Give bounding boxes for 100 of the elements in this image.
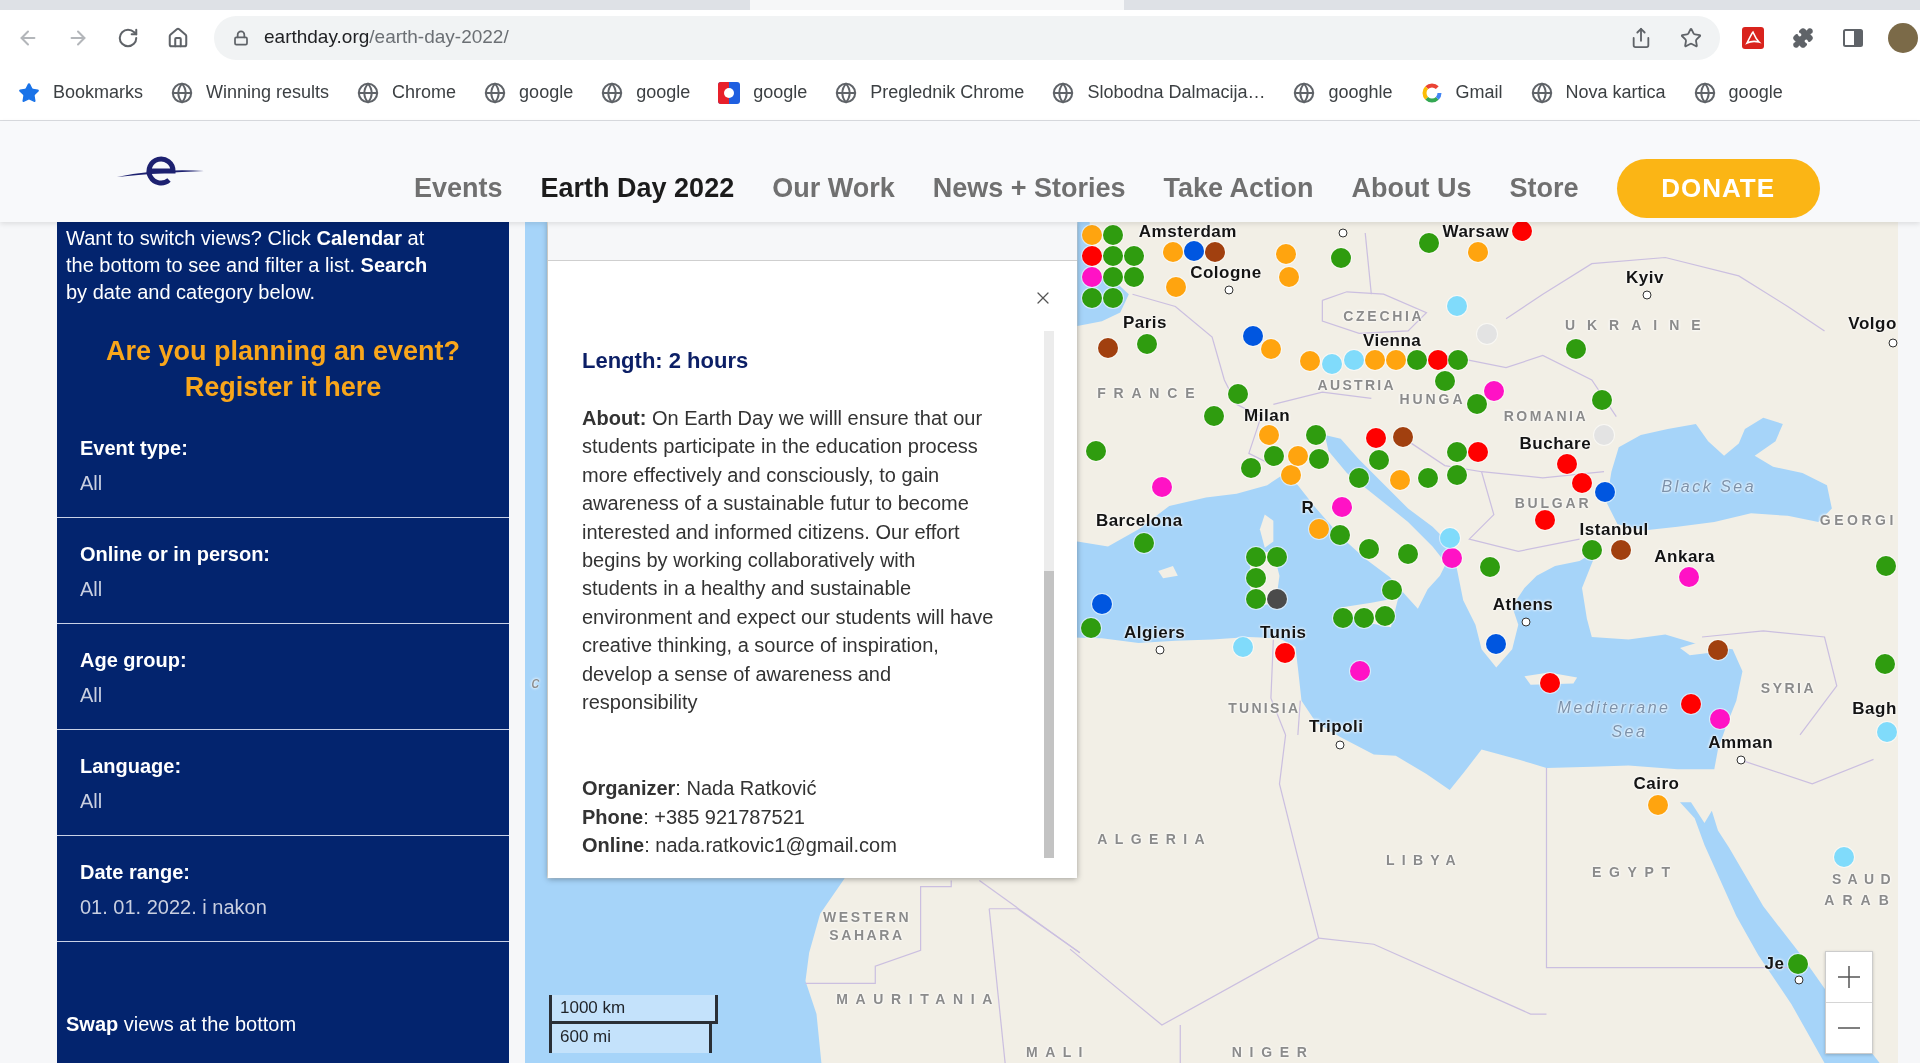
intro-text: Want to switch views? Click Calendar at the bottom to see and filter a list. Search by date and category below. xyxy=(66,226,429,305)
globe-icon xyxy=(835,81,858,104)
contact-text: Organizer: Nada Ratković xyxy=(582,776,817,802)
city-label: Milan xyxy=(1244,406,1291,424)
nav-link[interactable]: Events xyxy=(414,168,503,209)
star-icon[interactable] xyxy=(1680,26,1702,49)
avatar-icon[interactable] xyxy=(1888,22,1918,53)
contact-text: Phone: +385 921787521 xyxy=(582,804,805,830)
city-label: Paris xyxy=(1122,313,1167,331)
city-label: Algiers xyxy=(1124,623,1186,641)
scale-bar: 1000 km xyxy=(549,995,718,1024)
city-label: Barcelona xyxy=(1095,511,1183,529)
bookmark-item[interactable]: Bookmarks xyxy=(18,79,144,106)
globe-icon xyxy=(1052,81,1075,104)
bookmark-item[interactable]: google xyxy=(484,79,574,106)
zoom-in-button[interactable] xyxy=(1826,952,1872,1003)
swap-views-text: Swap views at the bottom xyxy=(66,1012,298,1037)
side-panel-icon[interactable] xyxy=(1842,26,1864,49)
city-label: Bagh xyxy=(1852,699,1897,717)
country-label: SAUD xyxy=(1831,872,1897,887)
sea-label: Black Sea xyxy=(1661,479,1757,496)
country-label: EGYPT xyxy=(1591,864,1678,879)
filter-value[interactable]: All xyxy=(80,788,103,815)
city-label: Je xyxy=(1764,954,1785,971)
globe-icon xyxy=(484,81,507,104)
nav-link[interactable]: Store xyxy=(1509,168,1579,209)
nav-link[interactable]: Earth Day 2022 xyxy=(540,168,735,209)
city-label: Athens xyxy=(1492,595,1554,613)
city-label: Kyiv xyxy=(1626,268,1664,286)
favicon-icon xyxy=(718,81,741,104)
event-length-text: Length: 2 hours xyxy=(582,347,749,375)
bookmark-item[interactable]: google xyxy=(601,79,691,106)
globe-icon xyxy=(1693,81,1716,104)
puzzle-icon[interactable] xyxy=(1792,26,1814,49)
scrollbar-track[interactable] xyxy=(1044,331,1054,858)
city-label: Ankara xyxy=(1654,547,1715,565)
country-label: FRANCE xyxy=(1097,386,1203,401)
nav-link[interactable]: Our Work xyxy=(772,168,895,209)
filter-label: Language: xyxy=(80,754,182,779)
home-icon xyxy=(167,26,189,49)
city-label: Tunis xyxy=(1260,623,1307,641)
bookmark-item[interactable]: google xyxy=(1693,79,1783,106)
country-label: WESTERN SAHARA xyxy=(822,907,912,944)
address-bar[interactable]: earthday.org/earth-day-2022/ xyxy=(214,15,1720,60)
country-label: ROMANIA xyxy=(1503,409,1589,424)
lock-icon xyxy=(233,29,249,46)
city-label: Cologne xyxy=(1190,263,1262,281)
country-label: AUSTRIA xyxy=(1317,377,1396,392)
nav-link[interactable]: Take Action xyxy=(1163,168,1314,209)
plus-icon xyxy=(1838,966,1860,988)
bookmark-item[interactable]: googhle xyxy=(1293,79,1393,106)
city-label: Buchare xyxy=(1519,434,1592,452)
bookmark-item[interactable]: Nova kartica xyxy=(1530,79,1666,106)
filter-value[interactable]: All xyxy=(80,470,103,497)
filter-label: Age group: xyxy=(80,648,187,673)
globe-icon xyxy=(1293,81,1316,104)
city-label: Vienna xyxy=(1362,331,1422,349)
city-label: Amman xyxy=(1708,733,1774,751)
country-label: BULGAR xyxy=(1514,496,1592,511)
country-label: CZECHIA xyxy=(1343,308,1425,323)
filter-value[interactable]: 01. 01. 2022. i nakon xyxy=(80,894,267,921)
bookmark-item[interactable]: Preglednik Chrome xyxy=(835,79,1025,106)
city-label: R xyxy=(1301,498,1315,516)
city-label: Amsterdam xyxy=(1138,222,1237,240)
globe-icon xyxy=(601,81,624,104)
globe-icon xyxy=(1530,81,1553,104)
city-label: Istanbul xyxy=(1579,520,1649,538)
globe-icon xyxy=(357,81,380,104)
reload-icon xyxy=(117,26,139,49)
map-label: c xyxy=(531,675,540,692)
bookmark-item[interactable]: Winning results xyxy=(171,79,330,106)
nav-link[interactable]: News + Stories xyxy=(932,168,1126,209)
filter-value[interactable]: All xyxy=(80,576,103,603)
bookmark-item[interactable]: Slobodna Dalmacija… xyxy=(1052,79,1266,106)
city-label: Tripoli xyxy=(1309,717,1364,735)
star-icon xyxy=(18,81,40,104)
favicon-icon xyxy=(1420,81,1443,104)
city-label: Cairo xyxy=(1633,774,1680,791)
filter-label: Online or in person: xyxy=(80,542,270,567)
filter-value[interactable]: All xyxy=(80,682,103,709)
minus-icon xyxy=(1838,1027,1860,1029)
bookmark-item[interactable]: Chrome xyxy=(357,79,457,106)
share-icon[interactable] xyxy=(1630,26,1652,49)
bookmark-item[interactable]: google xyxy=(718,79,808,106)
nav-link[interactable]: About Us xyxy=(1351,168,1472,209)
country-label: LIBYA xyxy=(1386,852,1463,867)
filter-label: Event type: xyxy=(80,436,188,461)
country-label: NIGER xyxy=(1231,1044,1315,1059)
country-label: UKRAINE xyxy=(1564,317,1713,332)
scrollbar-thumb[interactable] xyxy=(1044,571,1054,858)
register-event-link[interactable]: Are you planning an event? Register it here xyxy=(105,333,460,405)
bookmark-item[interactable]: Gmail xyxy=(1420,79,1503,106)
globe-icon xyxy=(171,81,194,104)
country-label: MALI xyxy=(1026,1044,1090,1059)
city-label: Warsaw xyxy=(1442,222,1510,240)
pdf-icon[interactable] xyxy=(1742,26,1764,49)
sea-label: Mediterrane xyxy=(1557,699,1671,716)
country-label: ALGERIA xyxy=(1097,831,1212,846)
country-label: HUNGA xyxy=(1399,392,1466,407)
country-label: MAURITANIA xyxy=(836,992,1000,1007)
